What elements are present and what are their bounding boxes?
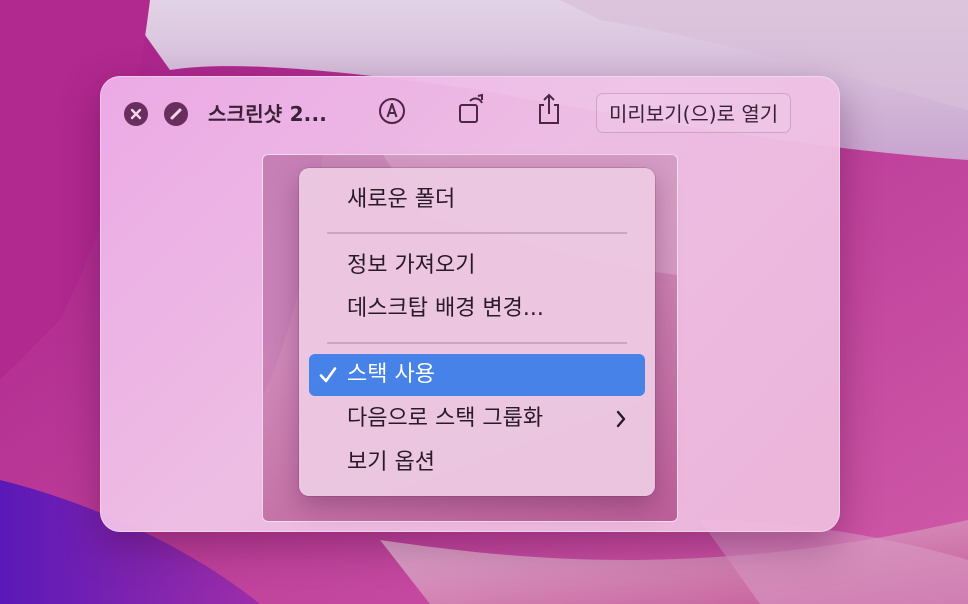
menu-item-new-folder[interactable]: 새로운 폴더 (309, 179, 645, 221)
checkmark-icon (317, 354, 339, 396)
menu-separator (327, 342, 627, 344)
fullscreen-button[interactable] (164, 102, 188, 126)
markup-button[interactable] (375, 96, 409, 130)
menu-separator (327, 232, 627, 234)
rotate-icon (456, 93, 486, 129)
share-button[interactable] (532, 92, 566, 130)
menu-item-change-desktop-background[interactable]: 데스크탑 배경 변경... (309, 288, 645, 330)
fullscreen-icon (169, 107, 183, 121)
menu-item-label: 다음으로 스택 그룹화 (347, 406, 544, 431)
close-icon (130, 108, 142, 120)
rotate-button[interactable] (454, 93, 488, 129)
markup-icon (378, 97, 406, 129)
open-with-preview-button[interactable]: 미리보기(으)로 열기 (596, 93, 792, 133)
menu-item-view-options[interactable]: 보기 옵션 (309, 442, 645, 484)
menu-item-label: 스택 사용 (347, 362, 435, 387)
chevron-right-icon (615, 398, 627, 440)
share-icon (535, 92, 563, 130)
menu-item-group-stacks-by[interactable]: 다음으로 스택 그룹화 (309, 398, 645, 440)
menu-item-use-stacks[interactable]: 스택 사용 (309, 354, 645, 396)
context-menu: 새로운 폴더 정보 가져오기 데스크탑 배경 변경... 스택 사용 다음으로 … (299, 168, 655, 496)
window-title: 스크린샷 2... (208, 102, 328, 126)
close-button[interactable] (124, 102, 148, 126)
menu-item-get-info[interactable]: 정보 가져오기 (309, 245, 645, 287)
